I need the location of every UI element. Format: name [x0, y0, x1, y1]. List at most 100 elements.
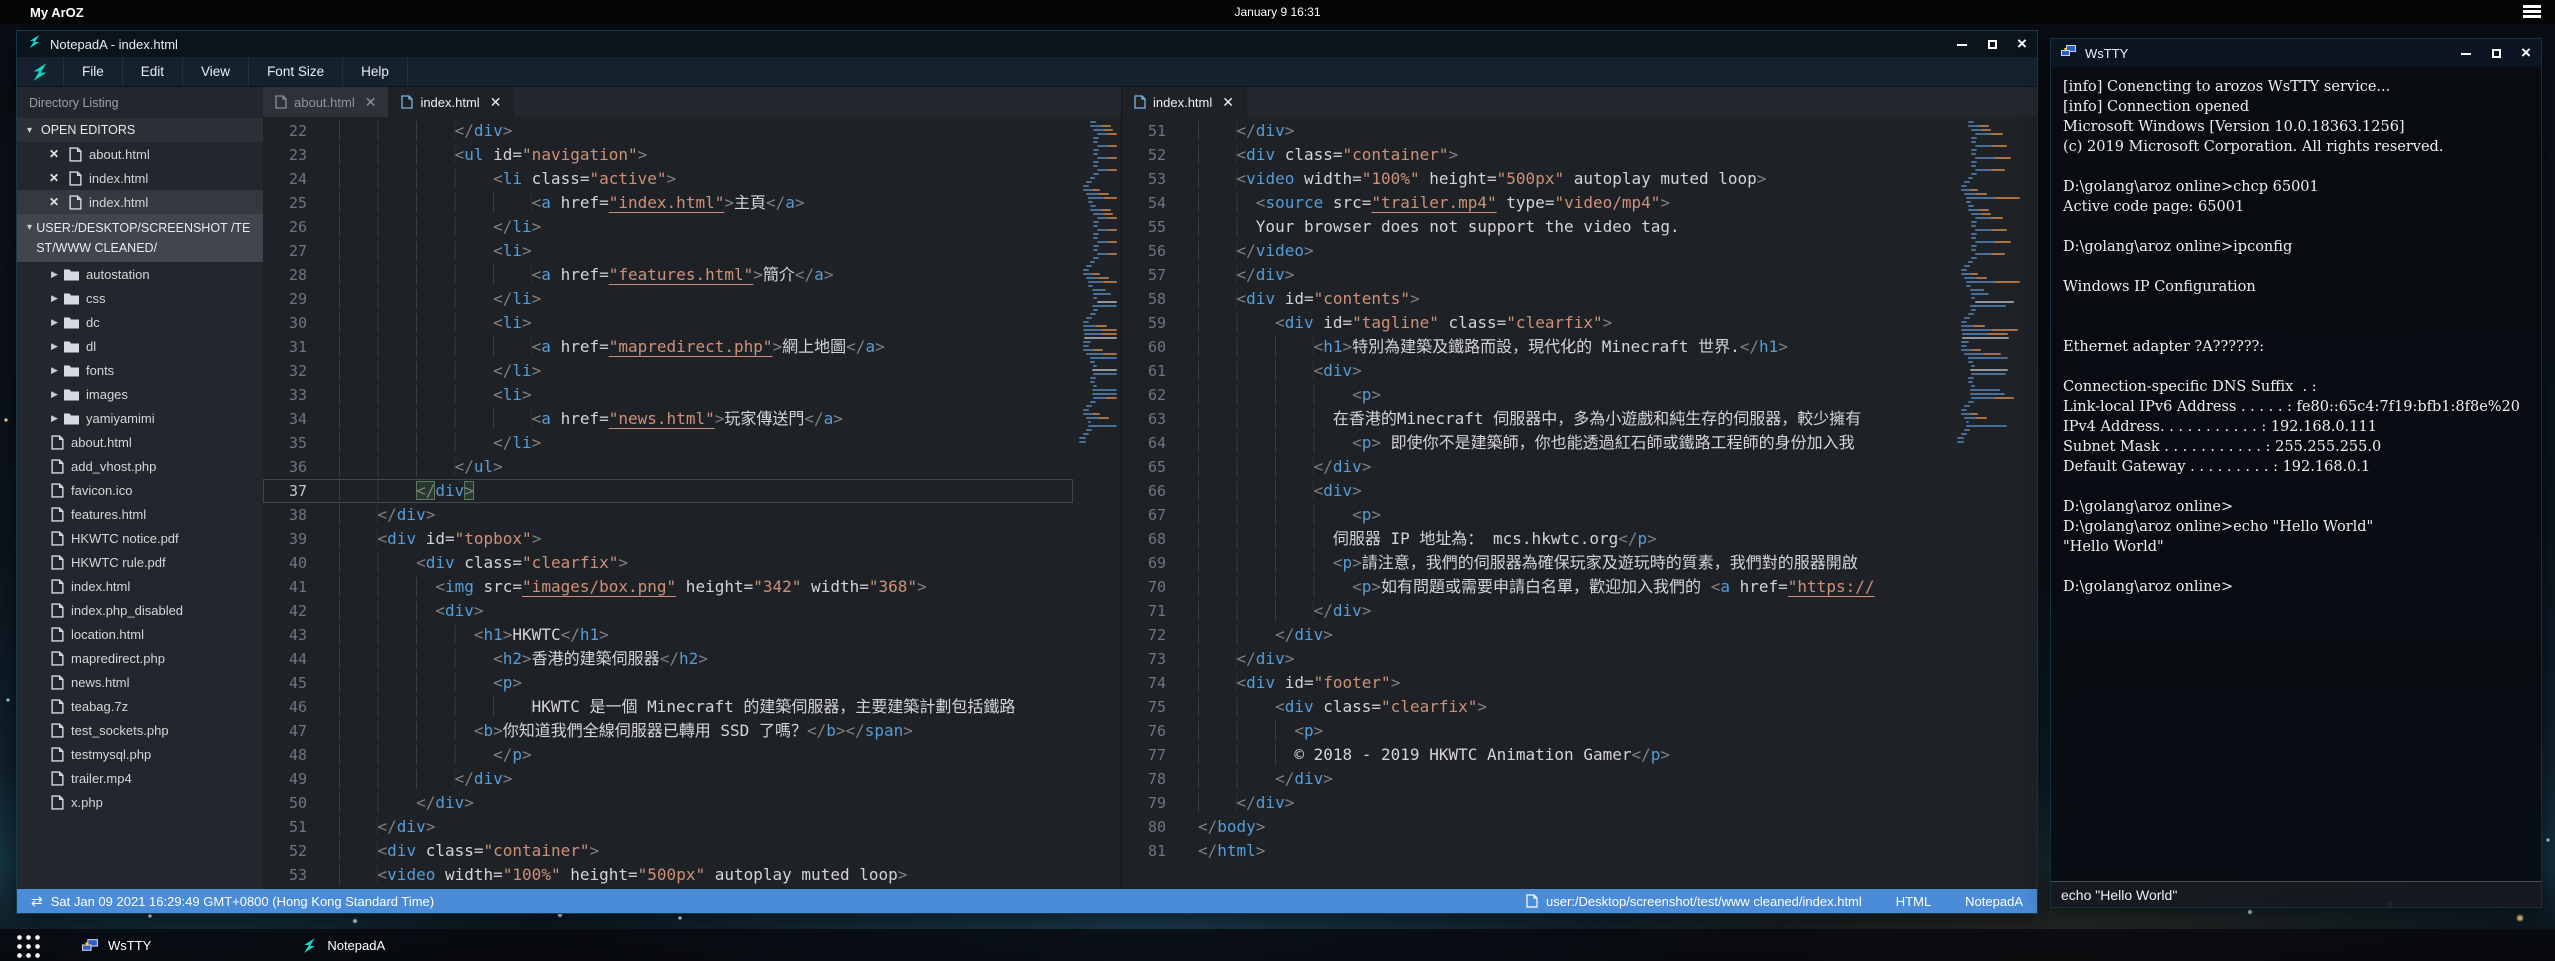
code-line-32[interactable]: 32 </li>	[263, 359, 1073, 383]
tree-file-HKWTC rule.pdf[interactable]: HKWTC rule.pdf	[17, 550, 263, 574]
code-line-60[interactable]: 60 <h1>特別為建築及鐵路而設，現代化的 Minecraft 世界.</h1…	[1122, 335, 1951, 359]
tab-left-about.html[interactable]: about.html ✕	[263, 87, 389, 117]
tree-file-index.html[interactable]: index.html	[17, 574, 263, 598]
code-line-31[interactable]: 31 <a href="mapredirect.php">網上地圖</a>	[263, 335, 1073, 359]
tab-left-index.html[interactable]: index.html ✕	[389, 87, 514, 117]
code-line-34[interactable]: 34 <a href="news.html">玩家傳送門</a>	[263, 407, 1073, 431]
tree-file-teabag.7z[interactable]: teabag.7z	[17, 694, 263, 718]
tree-folder-images[interactable]: ▶ images	[17, 382, 263, 406]
code-line-73[interactable]: 73 </div>	[1122, 647, 1951, 671]
code-line-64[interactable]: 64 <p> 即使你不是建築師，你也能透過紅石師或鐵路工程師的身份加入我	[1122, 431, 1951, 455]
code-line-59[interactable]: 59 <div id="tagline" class="clearfix">	[1122, 311, 1951, 335]
tree-file-test_sockets.php[interactable]: test_sockets.php	[17, 718, 263, 742]
code-line-53[interactable]: 53 <video width="100%" height="500px" au…	[1122, 167, 1951, 191]
code-line-29[interactable]: 29 </li>	[263, 287, 1073, 311]
wstty-title-bar[interactable]: WsTTY ×	[2051, 39, 2541, 67]
code-line-38[interactable]: 38 </div>	[263, 503, 1073, 527]
tree-file-index.php_disabled[interactable]: index.php_disabled	[17, 598, 263, 622]
close-icon[interactable]: ✕	[1222, 94, 1234, 111]
code-line-35[interactable]: 35 </li>	[263, 431, 1073, 455]
code-line-57[interactable]: 57 </div>	[1122, 263, 1951, 287]
code-line-50[interactable]: 50 </div>	[263, 791, 1073, 815]
code-line-48[interactable]: 48 </p>	[263, 743, 1073, 767]
maximize-button[interactable]	[1977, 36, 2007, 52]
code-line-78[interactable]: 78 </div>	[1122, 767, 1951, 791]
code-line-41[interactable]: 41 <img src="images/box.png" height="342…	[263, 575, 1073, 599]
code-line-22[interactable]: 22 </div>	[263, 119, 1073, 143]
code-line-49[interactable]: 49 </div>	[263, 767, 1073, 791]
code-line-54[interactable]: 54 <source src="trailer.mp4" type="video…	[1122, 191, 1951, 215]
open-editor-about.html[interactable]: ✕ about.html	[17, 142, 263, 166]
code-line-58[interactable]: 58 <div id="contents">	[1122, 287, 1951, 311]
code-line-65[interactable]: 65 </div>	[1122, 455, 1951, 479]
code-line-56[interactable]: 56 </video>	[1122, 239, 1951, 263]
tree-file-add_vhost.php[interactable]: add_vhost.php	[17, 454, 263, 478]
tree-file-testmysql.php[interactable]: testmysql.php	[17, 742, 263, 766]
code-line-36[interactable]: 36 </ul>	[263, 455, 1073, 479]
code-line-25[interactable]: 25 <a href="index.html">主頁</a>	[263, 191, 1073, 215]
code-line-51[interactable]: 51 </div>	[263, 815, 1073, 839]
notepad-title-bar[interactable]: NotepadA - index.html ×	[17, 31, 2037, 57]
code-line-24[interactable]: 24 <li class="active">	[263, 167, 1073, 191]
code-line-62[interactable]: 62 <p>	[1122, 383, 1951, 407]
code-editor-left[interactable]: 22 </div>23 <ul id="navigation">24 <li c…	[263, 117, 1073, 889]
code-line-77[interactable]: 77 © 2018 - 2019 HKWTC Animation Gamer</…	[1122, 743, 1951, 767]
code-line-42[interactable]: 42 <div>	[263, 599, 1073, 623]
code-line-37[interactable]: 37 </div>	[263, 479, 1073, 503]
tree-file-news.html[interactable]: news.html	[17, 670, 263, 694]
code-line-71[interactable]: 71 </div>	[1122, 599, 1951, 623]
hamburger-menu-icon[interactable]	[2523, 5, 2541, 19]
menu-file[interactable]: File	[63, 57, 122, 86]
code-line-80[interactable]: 80 </body>	[1122, 815, 1951, 839]
code-line-33[interactable]: 33 <li>	[263, 383, 1073, 407]
maximize-button[interactable]	[2481, 45, 2511, 61]
menu-edit[interactable]: Edit	[122, 57, 182, 86]
workspace-header[interactable]: ▾ USER:/DESKTOP/SCREENSHOT /TEST/WWW CLE…	[17, 214, 263, 262]
code-line-43[interactable]: 43 <h1>HKWTC</h1>	[263, 623, 1073, 647]
tree-file-HKWTC notice.pdf[interactable]: HKWTC notice.pdf	[17, 526, 263, 550]
tree-file-x.php[interactable]: x.php	[17, 790, 263, 814]
tree-file-features.html[interactable]: features.html	[17, 502, 263, 526]
minimap-right[interactable]	[1951, 117, 2037, 889]
close-icon[interactable]: ✕	[365, 94, 377, 111]
open-editor-index.html[interactable]: ✕ index.html	[17, 166, 263, 190]
taskbar-item-notepad[interactable]: NotepadA	[301, 937, 385, 954]
code-line-63[interactable]: 63 在香港的Minecraft 伺服器中，多為小遊戲和純生存的伺服器，較少擁有	[1122, 407, 1951, 431]
code-line-61[interactable]: 61 <div>	[1122, 359, 1951, 383]
tree-folder-fonts[interactable]: ▶ fonts	[17, 358, 263, 382]
code-line-45[interactable]: 45 <p>	[263, 671, 1073, 695]
menu-help[interactable]: Help	[342, 57, 408, 86]
code-line-72[interactable]: 72 </div>	[1122, 623, 1951, 647]
close-button[interactable]: ×	[2511, 43, 2541, 63]
code-line-39[interactable]: 39 <div id="topbox">	[263, 527, 1073, 551]
code-line-40[interactable]: 40 <div class="clearfix">	[263, 551, 1073, 575]
code-line-81[interactable]: 81 </html>	[1122, 839, 1951, 863]
tree-folder-dc[interactable]: ▶ dc	[17, 310, 263, 334]
close-icon[interactable]: ✕	[49, 147, 69, 161]
app-launcher-grid-icon[interactable]	[14, 932, 40, 958]
code-line-47[interactable]: 47 <b>你知道我們全線伺服器已轉用 SSD 了嗎？</b></span>	[263, 719, 1073, 743]
taskbar-item-wstty[interactable]: WsTTY	[82, 938, 151, 953]
tree-folder-yamiyamimi[interactable]: ▶ yamiyamimi	[17, 406, 263, 430]
code-line-66[interactable]: 66 <div>	[1122, 479, 1951, 503]
close-button[interactable]: ×	[2007, 34, 2037, 54]
code-line-76[interactable]: 76 <p>	[1122, 719, 1951, 743]
code-line-79[interactable]: 79 </div>	[1122, 791, 1951, 815]
code-line-28[interactable]: 28 <a href="features.html">簡介</a>	[263, 263, 1073, 287]
tree-file-trailer.mp4[interactable]: trailer.mp4	[17, 766, 263, 790]
code-line-30[interactable]: 30 <li>	[263, 311, 1073, 335]
code-line-26[interactable]: 26 </li>	[263, 215, 1073, 239]
close-icon[interactable]: ✕	[490, 94, 502, 111]
tree-folder-dl[interactable]: ▶ dl	[17, 334, 263, 358]
code-line-23[interactable]: 23 <ul id="navigation">	[263, 143, 1073, 167]
menu-view[interactable]: View	[182, 57, 248, 86]
code-line-68[interactable]: 68 伺服器 IP 地址為： mcs.hkwtc.org</p>	[1122, 527, 1951, 551]
code-line-53[interactable]: 53 <video width="100%" height="500px" au…	[263, 863, 1073, 887]
code-line-70[interactable]: 70 <p>如有問題或需要申請白名單，歡迎加入我們的 <a href="http…	[1122, 575, 1951, 599]
close-icon[interactable]: ✕	[49, 171, 69, 185]
tree-folder-css[interactable]: ▶ css	[17, 286, 263, 310]
code-line-44[interactable]: 44 <h2>香港的建築伺服器</h2>	[263, 647, 1073, 671]
code-line-75[interactable]: 75 <div class="clearfix">	[1122, 695, 1951, 719]
tree-file-about.html[interactable]: about.html	[17, 430, 263, 454]
code-line-74[interactable]: 74 <div id="footer">	[1122, 671, 1951, 695]
